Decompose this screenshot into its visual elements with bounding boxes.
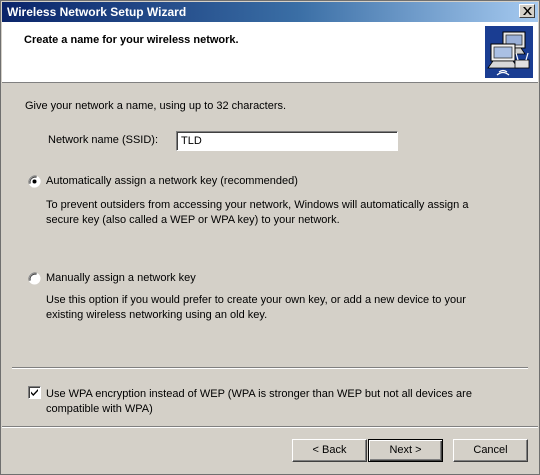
manual-key-description: Use this option if you would prefer to c…	[46, 293, 466, 323]
auto-key-description-line2: secure key (also called a WEP or WPA key…	[46, 214, 340, 226]
wpa-label-line2: compatible with WPA)	[46, 403, 153, 415]
cancel-button[interactable]: Cancel	[453, 439, 528, 462]
wpa-label[interactable]: Use WPA encryption instead of WEP (WPA i…	[46, 387, 472, 417]
intro-text: Give your network a name, using up to 32…	[25, 100, 287, 112]
divider	[12, 367, 528, 369]
window-title: Wireless Network Setup Wizard	[7, 5, 187, 19]
ssid-label: Network name (SSID):	[48, 134, 159, 146]
next-button[interactable]: Next >	[368, 439, 443, 462]
button-divider	[2, 426, 538, 428]
close-button[interactable]	[519, 4, 535, 18]
close-icon	[523, 7, 532, 15]
title-bar[interactable]: Wireless Network Setup Wizard	[2, 2, 538, 22]
auto-key-description: To prevent outsiders from accessing your…	[46, 198, 468, 228]
auto-key-description-line1: To prevent outsiders from accessing your…	[46, 199, 469, 211]
back-button[interactable]: < Back	[292, 439, 367, 462]
network-computers-icon	[485, 26, 533, 78]
ssid-input[interactable]	[176, 131, 398, 151]
manual-key-description-line1: Use this option if you would prefer to c…	[46, 294, 466, 306]
page-title: Create a name for your wireless network.	[24, 34, 239, 46]
auto-key-label[interactable]: Automatically assign a network key (reco…	[46, 175, 298, 187]
manual-key-radio[interactable]	[28, 272, 41, 285]
auto-key-radio[interactable]	[28, 175, 41, 188]
wpa-label-line1: Use WPA encryption instead of WEP (WPA i…	[46, 388, 472, 400]
wpa-checkbox[interactable]	[28, 386, 41, 399]
manual-key-label[interactable]: Manually assign a network key	[46, 272, 196, 284]
wizard-header: Create a name for your wireless network.	[2, 22, 538, 83]
checkmark-icon	[31, 389, 38, 396]
wizard-body: Give your network a name, using up to 32…	[2, 83, 538, 473]
wizard-window: Wireless Network Setup Wizard Create a n…	[0, 0, 540, 475]
manual-key-description-line2: existing wireless networking using an ol…	[46, 309, 268, 321]
